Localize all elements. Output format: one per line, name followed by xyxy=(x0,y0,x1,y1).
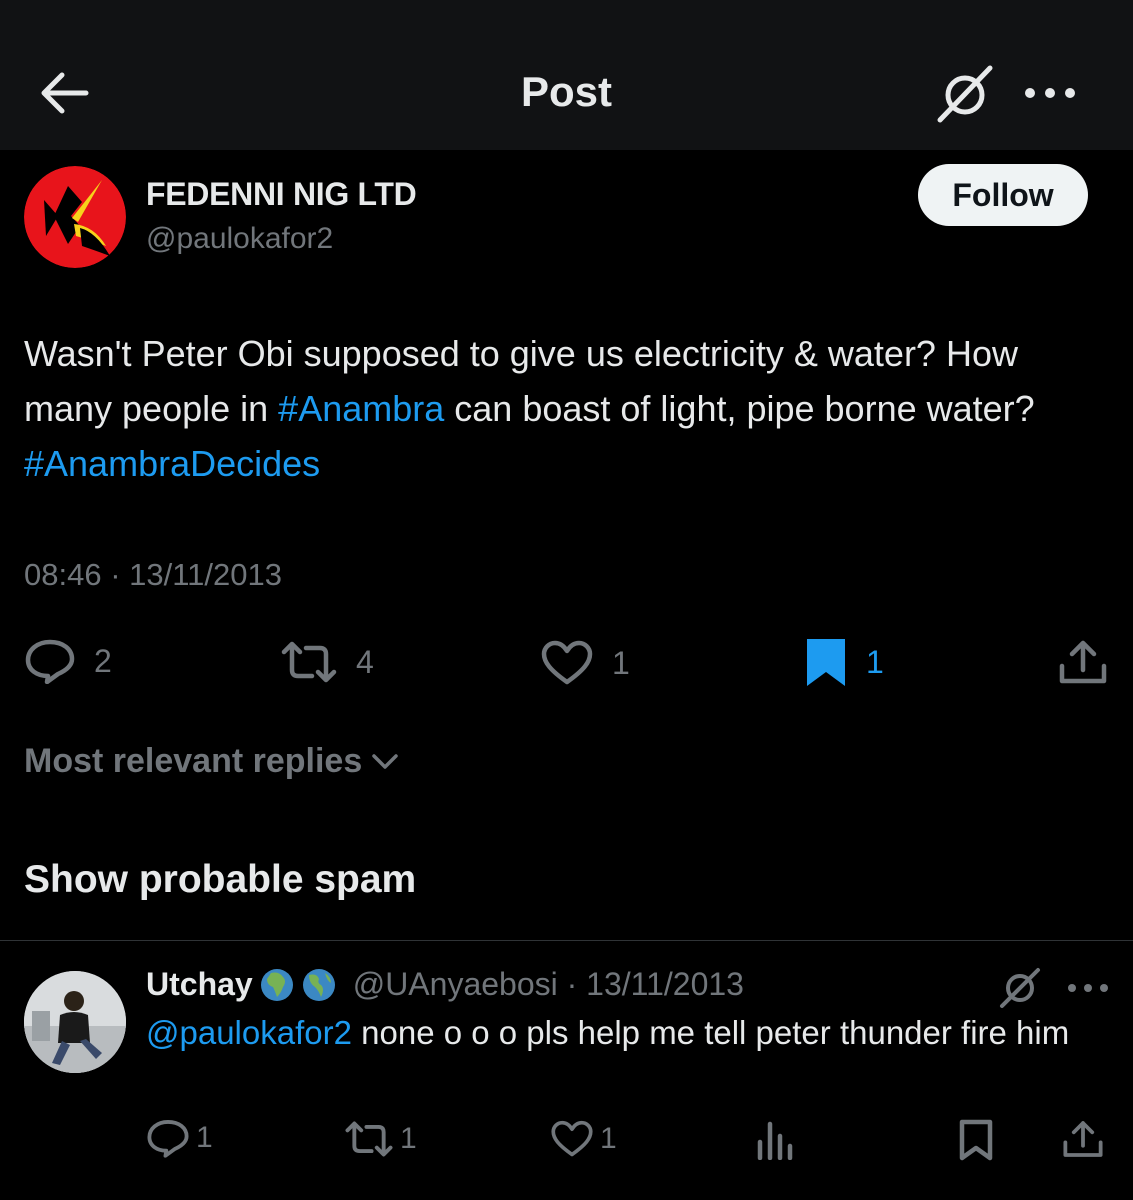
reply-text: @paulokafor2 none o o o pls help me tell… xyxy=(146,1010,1106,1056)
grok-button[interactable] xyxy=(934,64,996,124)
globe-africa-icon xyxy=(260,968,293,1001)
reply-reply-button[interactable]: 1 xyxy=(146,1118,213,1158)
chevron-down-icon xyxy=(372,753,398,769)
globe-americas-icon xyxy=(302,968,335,1001)
user-photo xyxy=(24,971,126,1073)
bookmark-count: 1 xyxy=(866,643,884,680)
reply-like-count: 1 xyxy=(600,1122,617,1155)
reply-handle-date[interactable]: @UAnyaebosi · 13/11/2013 xyxy=(353,966,744,1003)
author-handle[interactable]: @paulokafor2 xyxy=(146,222,333,256)
share-button[interactable] xyxy=(1058,638,1108,686)
repost-icon xyxy=(281,641,337,683)
reply-count: 2 xyxy=(94,642,112,679)
more-dots-icon xyxy=(1068,984,1108,992)
bookmark-icon xyxy=(959,1119,993,1161)
share-icon xyxy=(1063,1121,1103,1157)
divider xyxy=(0,940,1133,941)
more-options-button[interactable] xyxy=(1022,78,1078,108)
show-spam-button[interactable]: Show probable spam xyxy=(24,858,416,902)
mention-link[interactable]: @paulokafor2 xyxy=(146,1014,352,1051)
reply-author-name[interactable]: Utchay xyxy=(146,966,253,1003)
repost-icon xyxy=(345,1121,393,1157)
reply-bookmark-button[interactable] xyxy=(958,1118,994,1162)
like-button[interactable]: 1 xyxy=(540,640,630,686)
reply-reply-count: 1 xyxy=(196,1121,213,1154)
heart-icon xyxy=(551,1120,593,1157)
reply-share-button[interactable] xyxy=(1062,1118,1104,1160)
like-count: 1 xyxy=(612,644,630,681)
post-timestamp: 08:46 · 13/11/2013 xyxy=(24,557,282,592)
heart-icon xyxy=(541,640,593,685)
reply-repost-button[interactable]: 1 xyxy=(344,1120,417,1158)
reply-bubble-icon xyxy=(25,639,75,684)
author-name[interactable]: FEDENNI NIG LTD xyxy=(146,176,417,213)
reply-like-button[interactable]: 1 xyxy=(550,1120,617,1158)
replies-sort-dropdown[interactable]: Most relevant replies xyxy=(24,742,402,781)
bookmark-filled-icon xyxy=(807,639,845,686)
reply-avatar[interactable] xyxy=(24,971,126,1073)
grok-slash-icon xyxy=(1000,968,1040,1008)
share-icon xyxy=(1059,640,1107,684)
follow-button[interactable]: Follow xyxy=(918,164,1088,226)
repost-button[interactable]: 4 xyxy=(280,640,374,684)
hashtag-link[interactable]: #Anambra xyxy=(278,388,444,429)
reply-views-button[interactable] xyxy=(756,1120,794,1160)
company-logo-icon xyxy=(24,166,126,268)
reply-button[interactable]: 2 xyxy=(24,638,112,684)
author-avatar[interactable] xyxy=(24,166,126,268)
post-text-part: can boast of light, pipe borne water? xyxy=(444,388,1035,429)
reply-bubble-icon xyxy=(147,1120,189,1158)
hashtag-link[interactable]: #AnambraDecides xyxy=(24,443,320,484)
reply-header: Utchay @UAnyaebosi · 13/11/2013 xyxy=(146,966,744,1003)
reply-repost-count: 1 xyxy=(400,1122,417,1155)
reply-grok-button[interactable] xyxy=(998,966,1042,1010)
reply-text-body: none o o o pls help me tell peter thunde… xyxy=(351,1014,1070,1051)
bookmark-button[interactable]: 1 xyxy=(804,636,884,688)
analytics-bars-icon xyxy=(757,1121,793,1160)
grok-slash-icon xyxy=(937,65,993,123)
replies-sort-label: Most relevant replies xyxy=(24,742,363,780)
post-text: Wasn't Peter Obi supposed to give us ele… xyxy=(24,326,1114,491)
reply-more-button[interactable] xyxy=(1066,976,1110,1000)
more-dots-icon xyxy=(1025,88,1075,98)
repost-count: 4 xyxy=(356,643,374,680)
